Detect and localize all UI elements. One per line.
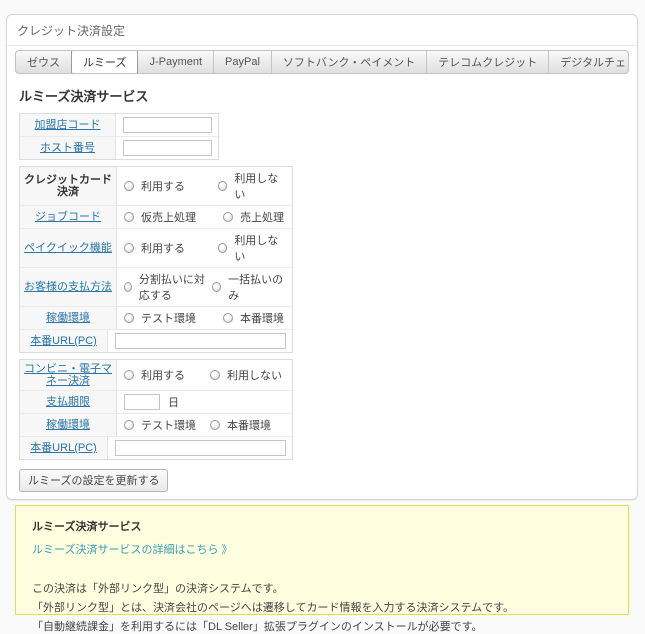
conv-environment-label-link[interactable]: 稼働環境 [46,419,90,431]
tab-jpayment[interactable]: J-Payment [138,51,214,73]
table-row: ホスト番号 [20,137,218,159]
payquick-label-link[interactable]: ペイクイック機能 [24,242,112,254]
option-label: 仮売上処理 [141,209,196,225]
conv-test-env-radio[interactable] [124,420,134,430]
sales-process-radio[interactable] [223,212,233,222]
settings-panel: クレジット決済設定 ゼウス ルミーズ J-Payment PayPal ソフトバ… [6,14,638,500]
test-env-radio[interactable] [124,313,134,323]
option-label: 利用しない [227,367,282,383]
credit-card-settings-table: クレジットカード決済 利用する 利用しない ジョブコード 仮売上処理 売上処理 … [19,166,293,353]
conv-use-radio[interactable] [124,370,134,380]
payquick-not-use-radio[interactable] [218,243,228,253]
table-row: 本番URL(PC) [20,330,292,352]
option-label: 一括払いのみ [228,271,286,303]
table-row: ペイクイック機能 利用する 利用しない [20,229,292,268]
table-row: 加盟店コード [20,114,218,137]
host-number-input[interactable] [123,140,212,156]
table-row: お客様の支払方法 分割払いに対応する 一括払いのみ [20,268,292,307]
host-number-label-link[interactable]: ホスト番号 [40,142,95,154]
production-url-label-link[interactable]: 本番URL(PC) [30,335,97,347]
tab-remise[interactable]: ルミーズ [71,50,138,74]
page-title: クレジット決済設定 [7,15,637,46]
production-env-radio[interactable] [223,313,233,323]
payment-deadline-label-link[interactable]: 支払期限 [46,396,90,408]
service-info-box: ルミーズ決済サービス ルミーズ決済サービスの詳細はこちら 》 この決済は「外部リ… [15,505,629,615]
form-heading: ルミーズ決済サービス [19,86,625,105]
table-row: コンビニ・電子マネー決済 利用する 利用しない [20,360,292,391]
option-label: テスト環境 [141,417,196,433]
info-paragraph: 「自動継続課金」を利用するには「DL Seller」拡張プラグインのインストール… [32,620,612,634]
table-row: 稼働環境 テスト環境 本番環境 [20,414,292,437]
info-paragraph: この決済は「外部リンク型」の決済システムです。 [32,582,612,596]
account-settings-table: 加盟店コード ホスト番号 [19,113,219,160]
table-row: クレジットカード決済 利用する 利用しない [20,167,292,206]
merchant-code-label-link[interactable]: 加盟店コード [35,119,101,131]
credit-not-use-radio[interactable] [218,181,228,191]
installment-radio[interactable] [124,282,132,292]
option-label: 本番環境 [240,310,284,326]
lump-sum-radio[interactable] [212,282,221,292]
option-label: 利用しない [234,170,286,202]
option-label: 本番環境 [227,417,271,433]
table-row: ジョブコード 仮売上処理 売上処理 [20,206,292,229]
deadline-unit-label: 日 [168,394,179,410]
option-label: テスト環境 [141,310,196,326]
job-code-label-link[interactable]: ジョブコード [35,211,101,223]
option-label: 利用しない [234,232,286,264]
tab-paypal[interactable]: PayPal [214,51,272,73]
option-label: 利用する [141,367,185,383]
credit-card-payment-label: クレジットカード決済 [22,174,114,198]
conv-production-url-input[interactable] [115,440,286,456]
tab-telecom-credit[interactable]: テレコムクレジット [427,51,549,73]
credit-production-url-input[interactable] [115,333,286,349]
conv-production-url-label-link[interactable]: 本番URL(PC) [30,442,97,454]
conv-production-env-radio[interactable] [210,420,220,430]
convenience-payment-label-link[interactable]: コンビニ・電子マネー決済 [22,363,114,387]
service-detail-link[interactable]: ルミーズ決済サービスの詳細はこちら 》 [32,541,233,557]
tab-zeus[interactable]: ゼウス [16,51,72,73]
payment-tabs: ゼウス ルミーズ J-Payment PayPal ソフトバンク・ペイメント テ… [15,50,629,74]
payment-method-label-link[interactable]: お客様の支払方法 [24,281,112,293]
provisional-sales-radio[interactable] [124,212,134,222]
info-box-title: ルミーズ決済サービス [32,518,612,534]
tab-digital-check[interactable]: デジタルチェック [549,51,629,73]
table-row: 本番URL(PC) [20,437,292,459]
table-row: 支払期限 日 [20,391,292,414]
payment-deadline-input[interactable] [124,394,160,410]
table-row: 稼働環境 テスト環境 本番環境 [20,307,292,330]
update-settings-button[interactable]: ルミーズの設定を更新する [19,469,168,492]
payquick-use-radio[interactable] [124,243,134,253]
credit-use-radio[interactable] [124,181,134,191]
conv-not-use-radio[interactable] [210,370,220,380]
tab-softbank-payment[interactable]: ソフトバンク・ペイメント [272,51,427,73]
option-label: 利用する [141,178,185,194]
environment-label-link[interactable]: 稼働環境 [46,312,90,324]
tab-content: ルミーズ決済サービス 加盟店コード ホスト番号 クレジットカード決済 利用する … [7,74,637,492]
info-paragraph: 「外部リンク型」とは、決済会社のページへは遷移してカード情報を入力する決済システ… [32,601,612,615]
convenience-settings-table: コンビニ・電子マネー決済 利用する 利用しない 支払期限 日 稼働環境 テスト環… [19,359,293,460]
merchant-code-input[interactable] [123,117,212,133]
option-label: 利用する [141,240,185,256]
option-label: 分割払いに対応する [139,271,212,303]
option-label: 売上処理 [240,209,284,225]
